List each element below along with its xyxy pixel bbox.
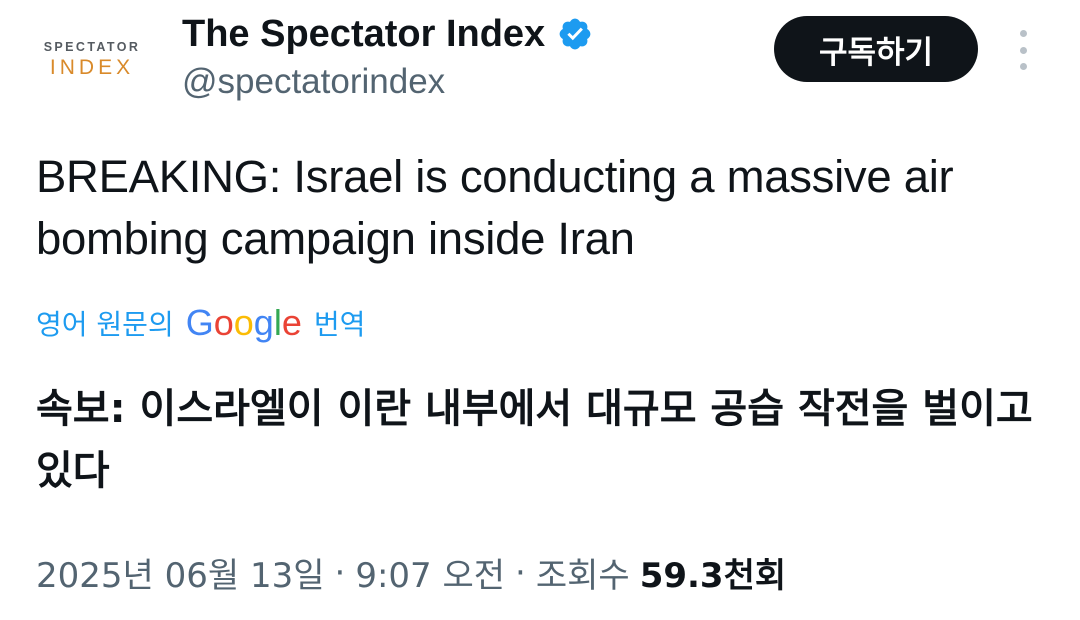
avatar[interactable]: SPECTATOR INDEX [22,22,162,98]
more-dot [1019,46,1027,54]
more-vertical-icon[interactable] [1008,30,1038,70]
translate-suffix: 번역 [313,308,366,341]
more-dot [1019,30,1027,37]
avatar-logo-line1: SPECTATOR [43,40,141,54]
translate-link[interactable]: 영어 원문의 Google 번역 [36,300,365,346]
subscribe-button[interactable]: 구독하기 [774,16,978,82]
display-name[interactable]: The Spectator Index [182,13,545,56]
more-dot [1019,63,1027,70]
google-logo: Google [185,302,302,343]
account-handle[interactable]: @spectatorindex [182,62,445,102]
account-name-row: The Spectator Index [182,10,593,58]
separator: · [334,552,346,593]
tweet-text: BREAKING: Israel is conducting a massive… [36,151,954,264]
views-count: 59.3천회 [639,556,787,596]
tweet-date[interactable]: 2025년 06월 13일 [36,548,325,597]
separator: · [515,552,526,593]
views-label: 조회수 [535,556,630,596]
tweet-meta: 2025년 06월 13일 · 9:07 오전 · 조회수 59.3천회 [36,548,786,597]
translate-prefix: 영어 원문의 [36,308,174,341]
translated-text: 속보: 이스라엘이 이란 내부에서 대규모 공습 작전을 벌이고 있다 [36,386,1033,494]
verified-badge-icon [559,18,591,50]
avatar-logo-line2: INDEX [49,56,135,79]
tweet-time[interactable]: 9:07 오전 [355,548,505,597]
